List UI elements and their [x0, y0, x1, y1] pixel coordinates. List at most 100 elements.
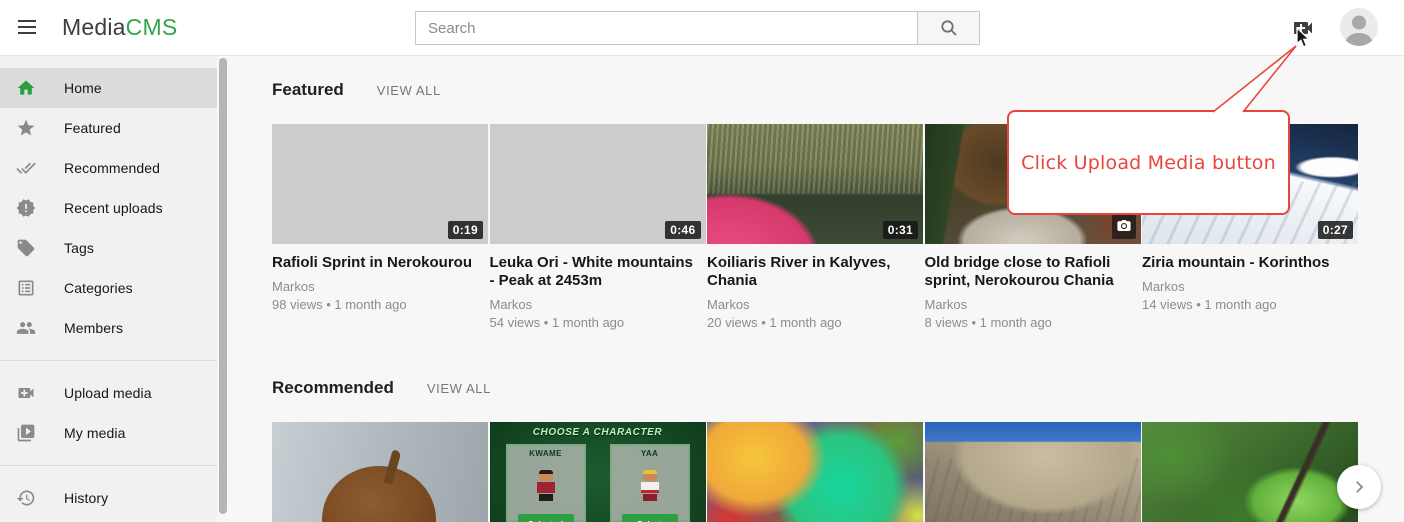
recommended-card-row: CHOOSE A CHARACTER KWAME YAA Selected Se… — [272, 422, 1358, 522]
video-meta: 54 views • 1 month ago — [490, 314, 706, 332]
duration-badge: 0:27 — [1318, 221, 1353, 239]
video-author[interactable]: Markos — [272, 278, 488, 296]
sidebar-item-history[interactable]: History — [0, 478, 217, 518]
media-card: CHOOSE A CHARACTER KWAME YAA Selected Se… — [490, 422, 706, 522]
character-sprite — [536, 470, 556, 501]
video-thumbnail[interactable] — [925, 422, 1141, 522]
user-avatar[interactable] — [1340, 8, 1378, 46]
character-name: KWAME — [508, 449, 584, 458]
video-thumbnail[interactable] — [707, 422, 923, 522]
top-bar: MediaCMS — [0, 0, 1404, 56]
sidebar-item-label: My media — [64, 425, 125, 441]
pumpkin-craft-graphic — [322, 466, 436, 522]
sidebar-item-featured[interactable]: Featured — [0, 108, 217, 148]
section-recommended: Recommended VIEW ALL CHOOSE A CHARACTER … — [272, 378, 1358, 522]
media-card — [272, 422, 488, 522]
tag-icon — [16, 237, 38, 259]
home-icon — [16, 77, 38, 99]
video-library-icon — [16, 422, 38, 444]
duration-badge: 0:46 — [665, 221, 700, 239]
sidebar-item-my-media[interactable]: My media — [0, 413, 217, 453]
character-sprite — [640, 470, 660, 501]
camera-icon — [1117, 220, 1131, 231]
video-author[interactable]: Markos — [1142, 278, 1358, 296]
sidebar-item-label: History — [64, 490, 108, 506]
sidebar-divider — [0, 360, 217, 361]
video-thumbnail[interactable]: CHOOSE A CHARACTER KWAME YAA Selected Se… — [490, 422, 706, 522]
view-all-link[interactable]: VIEW ALL — [427, 381, 491, 396]
video-title[interactable]: Ziria mountain - Korinthos — [1142, 254, 1358, 272]
history-icon — [16, 487, 38, 509]
sidebar-item-label: Members — [64, 320, 123, 336]
annotation-text: Click Upload Media button — [1021, 152, 1276, 174]
media-card: 0:31 Koiliaris River in Kalyves, Chania … — [707, 124, 923, 332]
video-title[interactable]: Leuka Ori - White mountains - Peak at 24… — [490, 254, 706, 290]
video-meta: 8 views • 1 month ago — [925, 314, 1141, 332]
character-panel: YAA — [610, 444, 690, 522]
chevron-right-icon — [1350, 478, 1368, 496]
video-thumbnail[interactable]: 0:46 — [490, 124, 706, 244]
media-card — [925, 422, 1141, 522]
duration-badge: 0:31 — [883, 221, 918, 239]
sidebar-item-upload-media[interactable]: Upload media — [0, 373, 217, 413]
game-button: Selected — [518, 514, 574, 522]
categories-icon — [16, 277, 38, 299]
annotation-tooltip: Click Upload Media button — [1007, 110, 1290, 215]
video-thumbnail[interactable] — [1142, 422, 1358, 522]
upload-media-icon[interactable] — [1291, 16, 1315, 40]
sidebar-item-label: Tags — [64, 240, 94, 256]
hamburger-menu-icon[interactable] — [18, 20, 36, 34]
sidebar-item-label: Recent uploads — [64, 200, 163, 216]
video-title[interactable]: Koiliaris River in Kalyves, Chania — [707, 254, 923, 290]
search-input[interactable] — [416, 12, 917, 44]
media-card: 0:46 Leuka Ori - White mountains - Peak … — [490, 124, 706, 332]
video-title[interactable]: Rafioli Sprint in Nerokourou — [272, 254, 488, 272]
sidebar-item-members[interactable]: Members — [0, 308, 217, 348]
duration-badge: 0:19 — [448, 221, 483, 239]
video-thumbnail[interactable]: 0:19 — [272, 124, 488, 244]
video-meta: 14 views • 1 month ago — [1142, 296, 1358, 314]
logo-text-primary: Media — [62, 14, 126, 40]
video-meta: 98 views • 1 month ago — [272, 296, 488, 314]
media-card: 0:19 Rafioli Sprint in Nerokourou Markos… — [272, 124, 488, 332]
carousel-next-button[interactable] — [1337, 465, 1381, 509]
new-releases-icon — [16, 197, 38, 219]
video-thumbnail[interactable]: 0:31 — [707, 124, 923, 244]
media-card — [1142, 422, 1358, 522]
star-icon — [16, 117, 38, 139]
character-name: YAA — [612, 449, 688, 458]
search-button[interactable] — [917, 12, 979, 44]
sidebar-item-label: Home — [64, 80, 102, 96]
section-title: Recommended — [272, 378, 394, 398]
video-author[interactable]: Markos — [925, 296, 1141, 314]
video-meta: 20 views • 1 month ago — [707, 314, 923, 332]
search-bar — [415, 11, 980, 45]
sidebar-item-home[interactable]: Home — [0, 68, 217, 108]
sidebar-item-tags[interactable]: Tags — [0, 228, 217, 268]
app-logo[interactable]: MediaCMS — [62, 14, 177, 41]
video-author[interactable]: Markos — [490, 296, 706, 314]
sidebar-item-label: Recommended — [64, 160, 160, 176]
logo-text-secondary: CMS — [126, 14, 178, 40]
sidebar: Home Featured Recommended Recent uploads… — [0, 56, 217, 522]
done-all-icon — [16, 157, 38, 179]
game-button: Select — [622, 514, 678, 522]
magnifier-icon — [940, 19, 958, 37]
person-silhouette-icon — [1340, 8, 1378, 46]
game-heading: CHOOSE A CHARACTER — [490, 427, 706, 438]
character-panel: KWAME — [506, 444, 586, 522]
sidebar-item-label: Categories — [64, 280, 133, 296]
media-card — [707, 422, 923, 522]
sidebar-item-label: Upload media — [64, 385, 152, 401]
view-all-link[interactable]: VIEW ALL — [377, 83, 441, 98]
video-title[interactable]: Old bridge close to Rafioli sprint, Nero… — [925, 254, 1141, 290]
sidebar-item-label: Featured — [64, 120, 121, 136]
sidebar-item-categories[interactable]: Categories — [0, 268, 217, 308]
section-title: Featured — [272, 80, 344, 100]
video-author[interactable]: Markos — [707, 296, 923, 314]
sidebar-item-recommended[interactable]: Recommended — [0, 148, 217, 188]
sidebar-divider — [0, 465, 217, 466]
sidebar-scrollbar-thumb[interactable] — [219, 58, 227, 514]
sidebar-item-recent-uploads[interactable]: Recent uploads — [0, 188, 217, 228]
video-thumbnail[interactable] — [272, 422, 488, 522]
